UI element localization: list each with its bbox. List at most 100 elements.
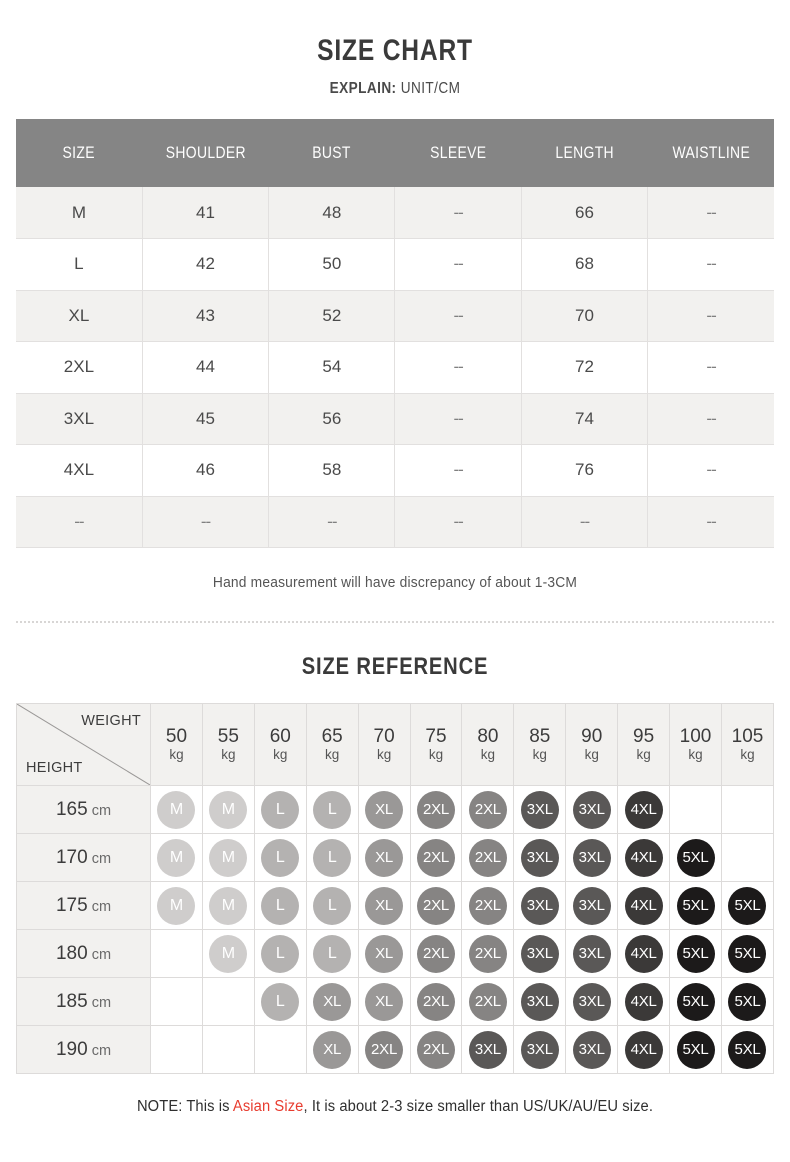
size-chart-wrapper: SIZE SHOULDER BUST SLEEVE LENGTH WAISTLINE M4… — [0, 119, 790, 548]
size-label-cell: 2XL — [16, 341, 143, 394]
weight-header-70: 70 kg — [357, 703, 411, 786]
size-bubble: 5XL — [676, 982, 715, 1021]
size-reference-cell: 3XL — [565, 881, 619, 930]
explain-label: EXPLAIN: — [329, 80, 397, 97]
size-reference-cell: 3XL — [513, 977, 567, 1026]
weight-header-90: 90 kg — [565, 703, 619, 786]
size-reference-cell: L — [305, 929, 359, 978]
size-bubble: M — [209, 886, 248, 925]
size-reference-cell: 5XL — [720, 929, 775, 978]
size-reference-cell: XL — [357, 785, 411, 834]
measurement-cell: 58 — [268, 444, 396, 497]
weight-unit: kg — [273, 746, 288, 762]
size-bubble: XL — [365, 982, 404, 1021]
measurement-cell: -- — [647, 187, 774, 239]
size-reference-cell: M — [201, 929, 255, 978]
measurement-cell: 72 — [521, 341, 649, 394]
size-reference-cell: 3XL — [565, 785, 619, 834]
size-reference-cell: XL — [357, 881, 411, 930]
size-reference-row: 165 cm M M L L XL 2XL 2XL 3XL 3XL 4XL — [16, 785, 775, 834]
weight-unit: kg — [636, 746, 651, 762]
size-reference-cell: 3XL — [565, 833, 619, 882]
weight-header-85: 85 kg — [513, 703, 567, 786]
size-reference-row: 180 cm M L L XL 2XL 2XL 3XL 3XL 4XL 5XL 5XL — [16, 929, 775, 978]
section-divider — [16, 621, 774, 623]
size-bubble: 3XL — [572, 838, 611, 877]
size-bubble: M — [157, 790, 196, 829]
measurement-cell: -- — [647, 238, 774, 291]
size-bubble: L — [261, 886, 300, 925]
size-bubble: XL — [365, 838, 404, 877]
measurement-cell: -- — [394, 187, 522, 239]
size-bubble: L — [313, 838, 352, 877]
size-reference-cell: L — [253, 977, 307, 1026]
size-reference-cell: 5XL — [720, 1025, 775, 1074]
size-bubble: 2XL — [416, 1030, 455, 1069]
size-bubble: M — [209, 790, 248, 829]
size-reference-cell: 3XL — [565, 929, 619, 978]
size-reference-cell: L — [253, 833, 307, 882]
size-chart-col-label: SIZE — [62, 143, 96, 162]
size-reference-cell: L — [253, 785, 307, 834]
size-reference-cell — [669, 785, 722, 834]
size-bubble: M — [157, 838, 196, 877]
measurement-cell: 74 — [521, 393, 649, 445]
size-reference-cell — [150, 1025, 203, 1074]
size-reference-cell: M — [150, 785, 203, 834]
size-bubble: 2XL — [416, 838, 455, 877]
size-bubble: L — [313, 934, 352, 973]
page-title: SIZE CHART — [317, 34, 473, 67]
height-value: 175 — [55, 894, 88, 916]
size-chart-header-row: SIZE SHOULDER BUST SLEEVE LENGTH WAISTLINE — [16, 119, 774, 187]
size-bubble: L — [261, 934, 300, 973]
size-reference-cell: 4XL — [617, 1025, 671, 1074]
size-bubble: M — [157, 886, 196, 925]
size-reference-body: 165 cm M M L L XL 2XL 2XL 3XL 3XL 4XL 170 cm M M L L XL 2… — [16, 785, 775, 1074]
size-bubble: 3XL — [572, 982, 611, 1021]
size-bubble: 3XL — [572, 886, 611, 925]
note-highlight: Asian Size — [232, 1098, 304, 1115]
size-reference-cell: 3XL — [513, 833, 567, 882]
measurement-cell: 43 — [142, 290, 270, 342]
size-reference-cell: M — [150, 833, 203, 882]
weight-axis-label: WEIGHT — [81, 713, 141, 729]
table-row: XL 43 52 -- 70 -- — [16, 290, 774, 342]
size-reference-cell: M — [201, 881, 255, 930]
size-bubble: L — [313, 886, 352, 925]
size-bubble: 2XL — [416, 790, 455, 829]
measurement-cell: -- — [647, 496, 774, 548]
height-value: 180 — [55, 942, 88, 964]
measurement-cell: 44 — [142, 341, 270, 394]
height-label-cell: 185 cm — [16, 977, 151, 1026]
weight-value: 85 — [529, 725, 551, 747]
size-reference-cell: 3XL — [565, 977, 619, 1026]
size-reference-cell: M — [201, 833, 255, 882]
weight-unit: kg — [740, 746, 755, 762]
measurement-cell: -- — [521, 496, 649, 548]
measurement-cell: 56 — [268, 393, 396, 445]
size-reference-row: 170 cm M M L L XL 2XL 2XL 3XL 3XL 4XL 5XL — [16, 833, 775, 882]
size-reference-cell: 2XL — [461, 785, 515, 834]
weight-header-55: 55 kg — [201, 703, 255, 786]
size-reference-cell: 3XL — [513, 785, 567, 834]
size-bubble: 2XL — [365, 1030, 404, 1069]
size-reference-cell — [201, 1025, 255, 1074]
size-bubble: 4XL — [624, 934, 663, 973]
size-reference-cell: 4XL — [617, 785, 671, 834]
size-reference-cell — [150, 929, 203, 978]
size-reference-cell: M — [201, 785, 255, 834]
size-bubble: 2XL — [468, 838, 507, 877]
size-reference-row: 190 cm XL 2XL 2XL 3XL 3XL 3XL 4XL 5XL 5XL — [16, 1025, 775, 1074]
weight-value: 90 — [581, 725, 603, 747]
size-reference-cell: 2XL — [461, 977, 515, 1026]
size-reference-table: WEIGHT HEIGHT 50 kg 55 kg 60 kg 65 kg 70 kg 75 kg 80… — [16, 703, 775, 1074]
size-reference-cell — [720, 833, 775, 882]
measurement-cell: -- — [647, 393, 774, 445]
size-bubble: 3XL — [572, 934, 611, 973]
weight-value: 70 — [373, 725, 395, 747]
size-reference-cell: 5XL — [669, 881, 722, 930]
height-label-cell: 175 cm — [16, 881, 151, 930]
size-bubble: 2XL — [468, 934, 507, 973]
size-bubble: 3XL — [520, 838, 559, 877]
weight-header-60: 60 kg — [253, 703, 307, 786]
